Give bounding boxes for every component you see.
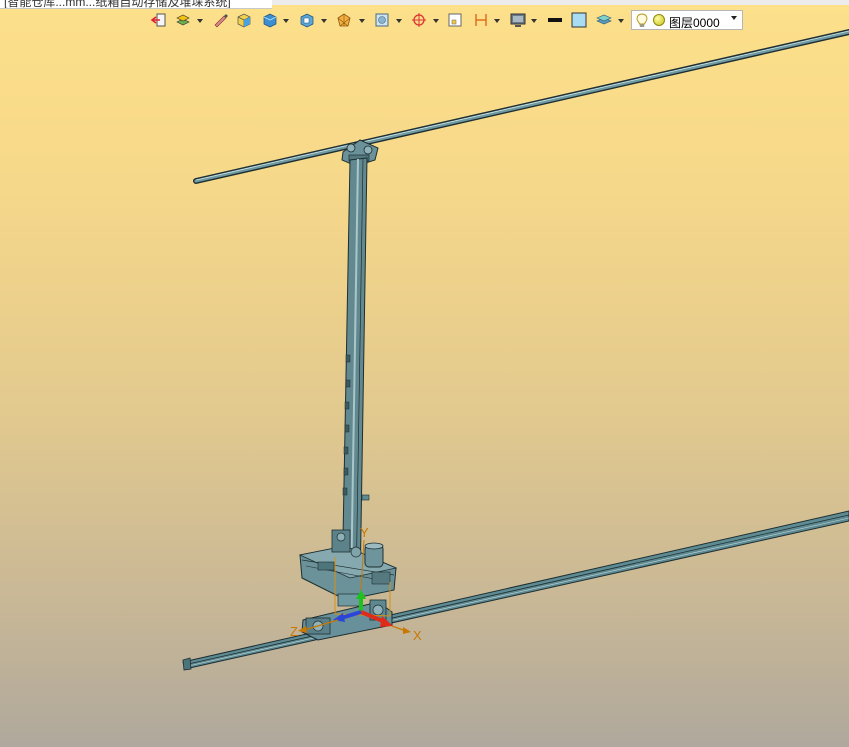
- layers-dropdown-arrow[interactable]: [197, 19, 203, 23]
- solid-icon[interactable]: [261, 11, 279, 29]
- box-icon[interactable]: [235, 11, 253, 29]
- layers-icon[interactable]: [174, 11, 192, 29]
- view-dropdown-arrow[interactable]: [396, 19, 402, 23]
- axis-x-label: X: [413, 628, 422, 643]
- view-icon[interactable]: [373, 11, 391, 29]
- layer-select[interactable]: 图层0000: [631, 10, 743, 30]
- display-dropdown-arrow[interactable]: [531, 19, 537, 23]
- section-icon[interactable]: [298, 11, 316, 29]
- fill-color-icon[interactable]: [570, 11, 588, 29]
- frame-icon[interactable]: [446, 11, 464, 29]
- axis-z-label: Z: [290, 624, 298, 639]
- tab-strip: [272, 0, 849, 5]
- layer-color-icon[interactable]: [653, 14, 665, 26]
- solid-dropdown-arrow[interactable]: [283, 19, 289, 23]
- layer-stack-icon[interactable]: [595, 11, 613, 29]
- wire-icon[interactable]: [335, 11, 353, 29]
- layer-name: 图层0000: [669, 16, 720, 30]
- axis-y-label: Y: [360, 525, 369, 540]
- lift-platform[interactable]: [298, 529, 398, 601]
- target-dropdown-arrow[interactable]: [433, 19, 439, 23]
- chevron-down-icon[interactable]: [731, 16, 737, 20]
- wire-dropdown-arrow[interactable]: [359, 19, 365, 23]
- line-color-icon[interactable]: [546, 11, 564, 29]
- document-tab[interactable]: [智能仓库...mm...纸箱自动存储及堆垛系统]: [0, 0, 272, 9]
- section-dropdown-arrow[interactable]: [321, 19, 327, 23]
- exit-icon[interactable]: [150, 11, 168, 29]
- lightbulb-icon[interactable]: [636, 13, 648, 31]
- top-rail[interactable]: [193, 29, 849, 184]
- model-scene[interactable]: X Y Z: [0, 0, 849, 747]
- dimension-dropdown-arrow[interactable]: [494, 19, 500, 23]
- 3d-viewport[interactable]: X Y Z [智能仓库...mm...纸箱自动存储及堆垛系统] 图层0000: [0, 0, 849, 747]
- dimension-icon[interactable]: [472, 11, 490, 29]
- target-icon[interactable]: [410, 11, 428, 29]
- layer-stack-dropdown-arrow[interactable]: [618, 19, 624, 23]
- display-icon[interactable]: [509, 11, 527, 29]
- pen-icon[interactable]: [211, 11, 229, 29]
- bottom-rail[interactable]: [182, 510, 849, 671]
- document-tab-title: [智能仓库...mm...纸箱自动存储及堆垛系统]: [4, 0, 231, 9]
